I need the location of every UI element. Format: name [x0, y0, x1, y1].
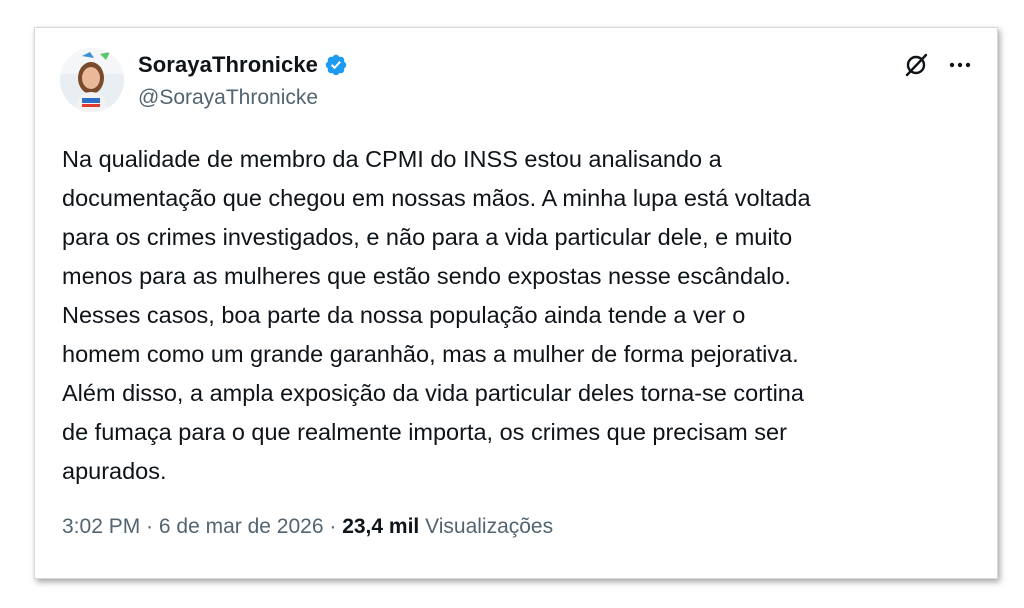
tweet-card: SorayaThronicke @SorayaThronicke Na qual…: [34, 27, 998, 579]
meta-separator: ·: [323, 515, 343, 538]
tweet-text: Na qualidade de membro da CPMI do INSS e…: [62, 146, 811, 484]
tweet-meta: 3:02 PM · 6 de mar de 2026 · 23,4 mil Vi…: [62, 515, 553, 539]
profile-photo-icon: [60, 48, 124, 112]
author-handle[interactable]: @SorayaThronicke: [138, 86, 318, 110]
verified-badge-icon: [324, 53, 348, 77]
meta-separator: ·: [140, 515, 159, 538]
tweet-time[interactable]: 3:02 PM: [62, 515, 140, 539]
more-icon: [949, 62, 971, 68]
more-options-button[interactable]: [945, 50, 975, 80]
author-name-row: SorayaThronicke: [138, 52, 348, 78]
author-display-name[interactable]: SorayaThronicke: [138, 52, 318, 78]
grok-button[interactable]: [901, 50, 931, 80]
views-label[interactable]: Visualizações: [425, 515, 553, 539]
tweet-date[interactable]: 6 de mar de 2026: [159, 515, 324, 539]
grok-icon: [905, 53, 928, 77]
avatar[interactable]: [60, 48, 124, 112]
views-count: 23,4 mil: [342, 515, 420, 538]
